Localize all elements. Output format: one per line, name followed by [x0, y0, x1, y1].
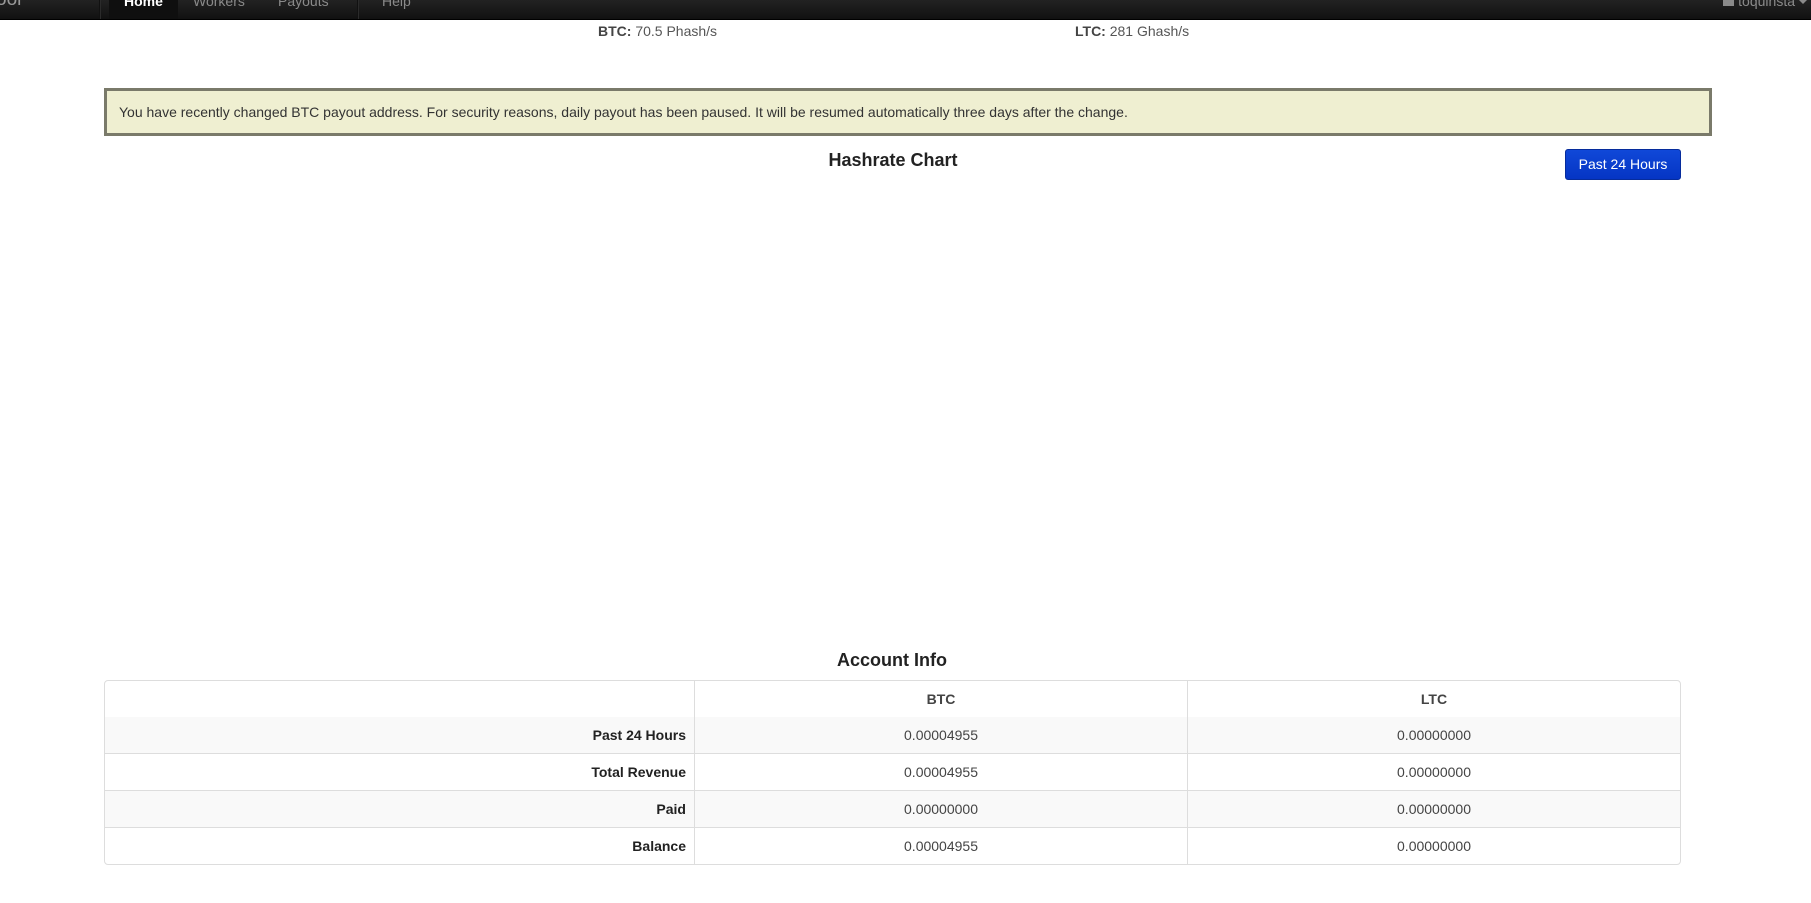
table-row: Total Revenue 0.00004955 0.00000000	[105, 753, 1680, 790]
row-label: Balance	[105, 827, 694, 864]
ltc-value: 0.00000000	[1187, 717, 1680, 753]
ltc-hashrate: LTC: 281 Ghash/s	[1075, 22, 1189, 40]
btc-hashrate: BTC: 70.5 Phash/s	[598, 22, 717, 40]
nav-item-payouts[interactable]: Payouts	[263, 0, 344, 19]
table-row: Past 24 Hours 0.00004955 0.00000000	[105, 717, 1680, 753]
caret-down-icon	[1799, 0, 1807, 5]
row-label: Paid	[105, 790, 694, 827]
ltc-hashrate-label: LTC:	[1075, 23, 1106, 39]
hashrate-chart-title: Hashrate Chart	[828, 150, 958, 170]
column-header-btc: BTC	[694, 681, 1187, 717]
hashrate-chart-area	[104, 190, 1681, 630]
user-name: toquinsta	[1738, 0, 1795, 9]
btc-value: 0.00000000	[694, 790, 1187, 827]
account-info-table: BTC LTC Past 24 Hours 0.00004955 0.00000…	[104, 680, 1681, 865]
ltc-value: 0.00000000	[1187, 827, 1680, 864]
ltc-value: 0.00000000	[1187, 753, 1680, 790]
btc-value: 0.00004955	[694, 753, 1187, 790]
top-navbar: ool Home Workers Payouts Help toquinsta	[0, 0, 1811, 20]
time-range-button[interactable]: Past 24 Hours	[1565, 149, 1681, 180]
btc-value: 0.00004955	[694, 827, 1187, 864]
row-label: Past 24 Hours	[105, 717, 694, 753]
nav-divider	[99, 0, 101, 19]
ltc-value: 0.00000000	[1187, 790, 1680, 827]
table-row: Paid 0.00000000 0.00000000	[105, 790, 1680, 827]
nav-item-help[interactable]: Help	[367, 0, 426, 19]
ltc-hashrate-value: 281 Ghash/s	[1109, 23, 1190, 39]
user-icon	[1723, 0, 1735, 7]
column-header-ltc: LTC	[1187, 681, 1680, 717]
user-menu[interactable]: toquinsta	[1723, 0, 1807, 11]
btc-hashrate-value: 70.5 Phash/s	[635, 23, 718, 39]
alert-message: You have recently changed BTC payout add…	[119, 104, 1128, 120]
payout-paused-alert: You have recently changed BTC payout add…	[104, 88, 1712, 136]
brand-logo[interactable]: ool	[0, 0, 21, 10]
table-header-row: BTC LTC	[105, 681, 1680, 717]
nav-item-home[interactable]: Home	[109, 0, 178, 19]
btc-value: 0.00004955	[694, 717, 1187, 753]
btc-hashrate-label: BTC:	[598, 23, 632, 39]
nav-divider	[357, 0, 359, 19]
table-row: Balance 0.00004955 0.00000000	[105, 827, 1680, 864]
column-header-blank	[105, 681, 694, 717]
row-label: Total Revenue	[105, 753, 694, 790]
nav-item-workers[interactable]: Workers	[178, 0, 260, 19]
account-info-title: Account Info	[837, 650, 947, 670]
